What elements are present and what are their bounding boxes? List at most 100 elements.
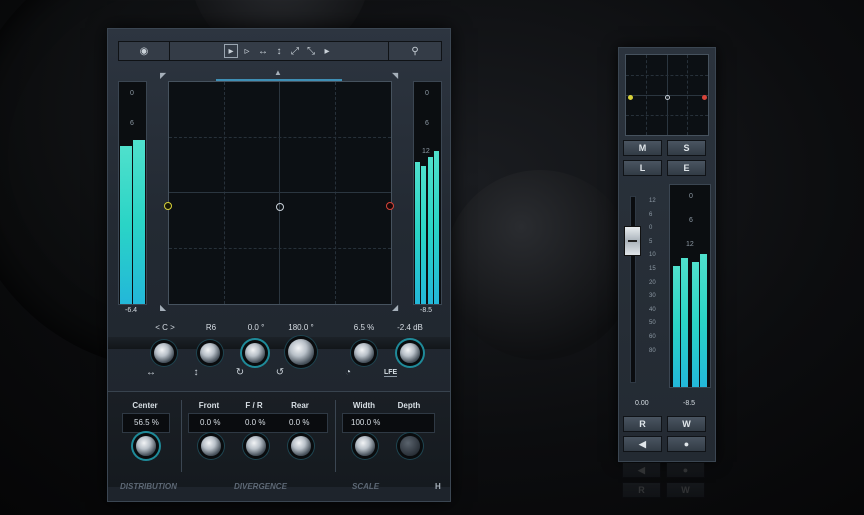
rotate-icon: ↻ [235, 367, 245, 378]
write-button[interactable]: W [667, 416, 706, 432]
meter-tick: 6 [425, 120, 429, 127]
eye-icon: ◉ [139, 45, 149, 57]
speaker-icon: ◀ [639, 438, 646, 449]
meter-bar [673, 266, 680, 387]
grid-line [626, 75, 708, 76]
meter-bar [421, 166, 426, 304]
collapse-button[interactable]: H [435, 482, 441, 491]
spread-icon: ◔ [344, 367, 352, 378]
divergence-value-box[interactable]: 0.0 % 0.0 % 0.0 % [188, 413, 328, 433]
pin-button[interactable]: ⚲ [389, 42, 441, 60]
read-button[interactable]: R [623, 416, 662, 432]
reflection-button: W [666, 482, 705, 498]
fader-scale-tick: 15 [649, 266, 656, 272]
front-knob[interactable] [201, 436, 221, 456]
angle-knob[interactable] [288, 339, 314, 365]
lfe-value: -2.4 dB [397, 323, 423, 332]
percent-value: 6.5 % [353, 323, 375, 332]
meter-tick: 0 [130, 90, 134, 97]
record-button[interactable]: ● [667, 436, 706, 452]
rotation-knob[interactable] [245, 343, 265, 363]
meter-bar [700, 254, 707, 387]
solo-button[interactable]: S [667, 140, 706, 156]
rotation-value: 0.0 ° [247, 323, 265, 332]
pointer-alt-tool-icon[interactable]: ▸ [320, 44, 334, 58]
right-channel-point[interactable] [386, 202, 394, 210]
listen-button[interactable]: L [623, 160, 662, 176]
vertical-move-icon[interactable]: ↕ [272, 44, 286, 58]
corner-marker-icon: ◥ [392, 71, 399, 80]
vertical-arrows-icon: ↕ [193, 367, 199, 378]
surround-panner-panel: ◉ ▸ ▹ ↔ ↕ ⤢ ⤡ ▸ ⚲ 0 6 -6.4 0 6 12 -8.5 ◤… [107, 28, 451, 502]
left-channel-point[interactable] [164, 202, 172, 210]
reflection-button: ● [666, 462, 705, 478]
mode-knob[interactable] [200, 343, 220, 363]
fader-scale-tick: 40 [649, 306, 656, 313]
input-level-meter: 0 6 [118, 81, 147, 305]
bottom-controls: Center 56.5 % Front F / R Rear 0.0 % 0.0… [108, 391, 450, 487]
edit-button[interactable]: E [667, 160, 706, 176]
meter-bar [428, 157, 433, 304]
monitor-button[interactable]: ◀ [623, 436, 662, 452]
fader-track[interactable] [630, 196, 636, 383]
mini-left-point [628, 95, 633, 100]
fader-scale-tick: 10 [649, 252, 656, 259]
grid-line [279, 82, 280, 304]
meter-bar [434, 151, 439, 304]
grid-line [169, 248, 391, 249]
pan-knob[interactable] [154, 343, 174, 363]
surround-pan-field[interactable] [168, 81, 392, 305]
fader-scale-tick: 50 [649, 320, 656, 327]
meter-tick: 12 [422, 148, 430, 155]
mini-pan-handle [665, 95, 670, 100]
input-meter-readout: -6.4 [125, 307, 138, 314]
depth-knob[interactable] [400, 436, 420, 456]
output-meter-readout: -8.5 [420, 307, 433, 314]
percent-knob[interactable] [354, 343, 374, 363]
pan-position-handle[interactable] [276, 203, 284, 211]
width-value: 100.0 % [351, 418, 381, 427]
corner-marker-icon: ◢ [392, 303, 399, 312]
section-footer: DISTRIBUTION DIVERGENCE SCALE H [108, 479, 450, 499]
corner-marker-icon: ◣ [160, 303, 167, 312]
meter-tick: 6 [689, 217, 693, 224]
center-label: Center [132, 401, 158, 410]
eye-button[interactable]: ◉ [119, 42, 170, 60]
mini-panner[interactable] [625, 54, 709, 136]
background-sphere [445, 170, 635, 360]
meter-tick: 0 [689, 193, 693, 200]
rear-label: Rear [291, 401, 309, 410]
scale-value-box[interactable]: 100.0 % [342, 413, 435, 433]
output-level-meter: 0 6 12 [413, 81, 442, 305]
width-knob[interactable] [355, 436, 375, 456]
grid-line [626, 115, 708, 116]
front-rear-label: F / R [245, 401, 263, 410]
reflection-button: R [622, 482, 661, 498]
channel-level-meter: 0 6 12 [669, 184, 711, 388]
width-label: Width [352, 401, 376, 410]
fader-scale-tick: 0 [649, 225, 653, 232]
front-marker-icon: ▲ [274, 68, 282, 77]
depth-label: Depth [397, 401, 421, 410]
lfe-label: LFE [384, 369, 398, 377]
select-tool-icon[interactable]: ▸ [224, 44, 238, 58]
diagonal-move-icon[interactable]: ⤢ [288, 44, 302, 58]
meter-bar [681, 258, 688, 387]
lfe-knob[interactable] [400, 343, 420, 363]
pointer-tool-icon[interactable]: ▹ [240, 44, 254, 58]
front-rear-knob[interactable] [246, 436, 266, 456]
grid-line [335, 82, 336, 304]
rear-knob[interactable] [291, 436, 311, 456]
meter-bar [120, 146, 132, 304]
strip-reflection: ◀ ● R W [620, 462, 712, 502]
meter-bar [692, 262, 699, 387]
mute-button[interactable]: M [623, 140, 662, 156]
center-value-box[interactable]: 56.5 % [122, 413, 170, 433]
horizontal-move-icon[interactable]: ↔ [256, 44, 270, 58]
center-knob[interactable] [136, 436, 156, 456]
channel-mode-label: R6 [205, 323, 217, 332]
diagonal-move-alt-icon[interactable]: ⤡ [304, 44, 318, 58]
fader-value: 0.00 [635, 400, 649, 407]
scale-footer: SCALE [352, 482, 380, 491]
volume-fader[interactable] [624, 226, 641, 256]
